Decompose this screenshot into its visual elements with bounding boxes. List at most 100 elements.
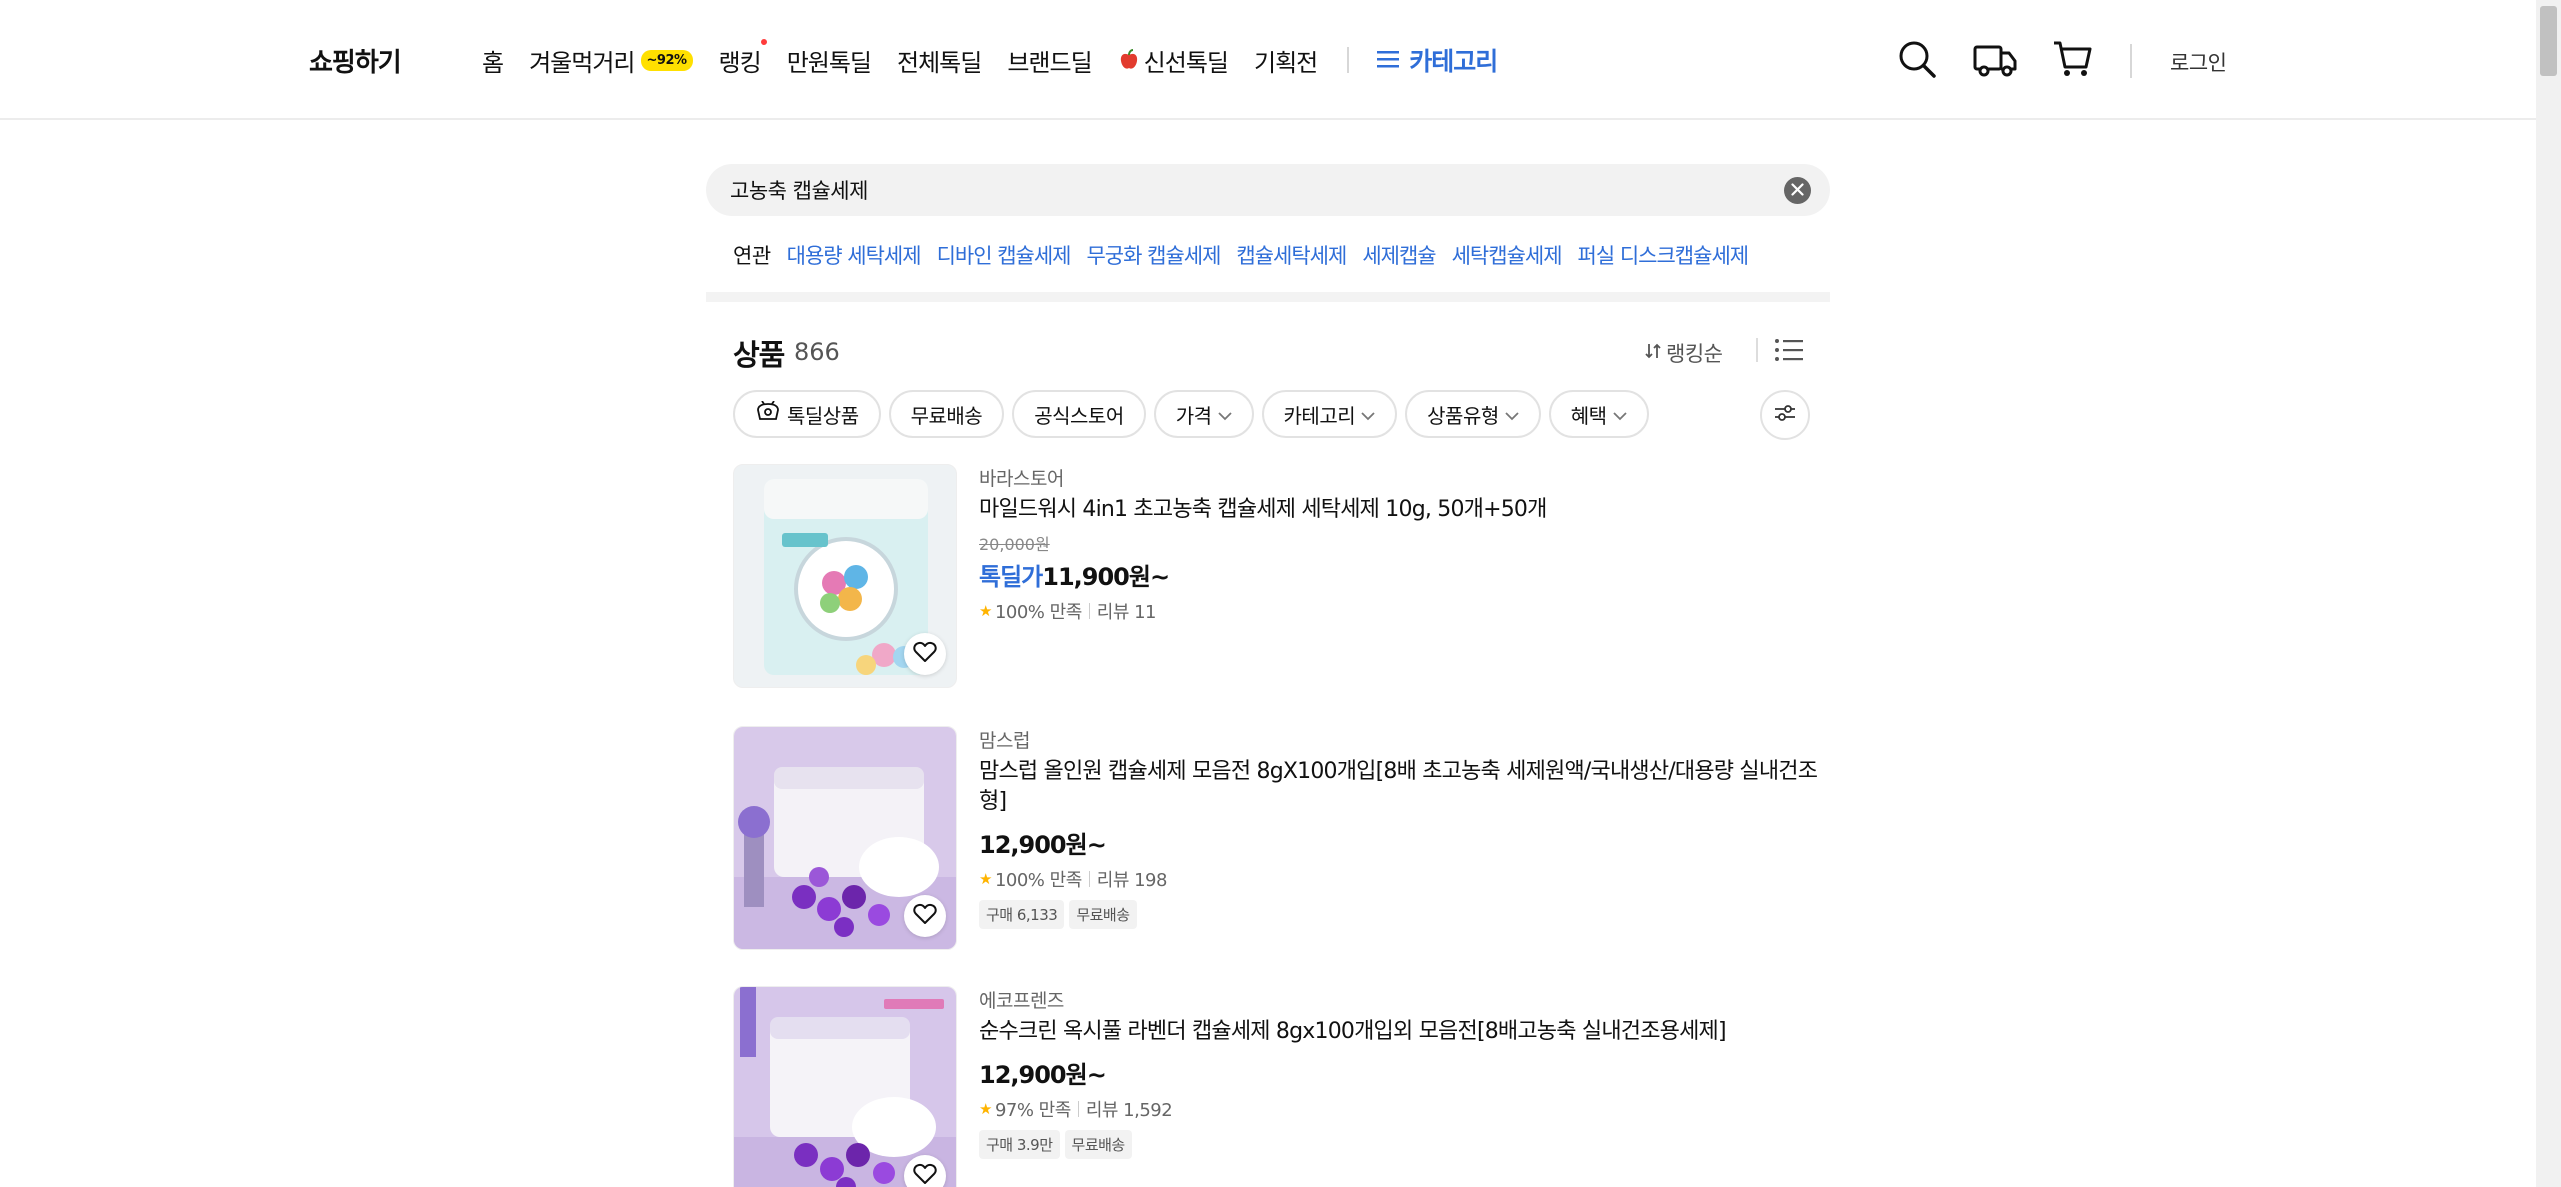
nav-item-label: 홈 xyxy=(482,48,504,77)
nav-item-label: 만원톡딜 xyxy=(786,48,872,77)
filter-chip-deal[interactable]: 톡딜상품 xyxy=(733,390,881,438)
store-name[interactable]: 맘스럽 xyxy=(979,726,1829,753)
search-bar xyxy=(706,164,1830,216)
chip-label: 무료배송 xyxy=(910,403,983,428)
wishlist-button[interactable] xyxy=(904,895,946,937)
chip-label: 공식스토어 xyxy=(1034,403,1124,428)
purchase-count-tag: 구매 6,133 xyxy=(979,900,1065,929)
related-search-tag[interactable]: 캡슐세탁세제 xyxy=(1236,240,1347,270)
product-price: 12,900원~ xyxy=(979,831,1107,859)
cart-button[interactable] xyxy=(2050,38,2096,84)
product-info: 에코프렌즈 순수크린 옥시풀 라벤더 캡슐세제 8gx100개입외 모음전[8배… xyxy=(979,986,1829,1159)
rating-line: ★ 100% 만족 리뷰 11 xyxy=(979,598,1829,624)
chip-label: 톡딜상품 xyxy=(787,403,859,428)
sort-label: 랭킹순 xyxy=(1666,342,1723,366)
delivery-truck-icon xyxy=(1973,39,2017,83)
product-image[interactable] xyxy=(733,726,957,950)
product-item[interactable]: 맘스럽 맘스럽 올인원 캡슐세제 모음전 8gX100개입[8배 초고농축 세제… xyxy=(733,726,1833,950)
rating-divider xyxy=(1077,1101,1079,1117)
nav-divider xyxy=(1347,47,1350,73)
satisfaction-rate: 100% 만족 xyxy=(994,870,1082,891)
product-image[interactable] xyxy=(733,464,957,688)
price-line: 톡딜가 11,900원~ xyxy=(979,557,1829,592)
filter-chip-category[interactable]: 카테고리 xyxy=(1261,390,1398,438)
product-image[interactable] xyxy=(733,986,957,1187)
products-count: 866 xyxy=(794,338,840,366)
nav-item-label: 전체톡딜 xyxy=(897,48,982,77)
search-button[interactable] xyxy=(1894,38,1940,84)
product-info: 맘스럽 맘스럽 올인원 캡슐세제 모음전 8gX100개입[8배 초고농축 세제… xyxy=(979,726,1829,929)
wishlist-button[interactable] xyxy=(904,633,946,675)
clear-search-button[interactable] xyxy=(1784,177,1811,204)
chevron-down-icon xyxy=(1361,402,1375,426)
rating-divider xyxy=(1088,603,1090,619)
discount-badge: ~92% xyxy=(640,49,693,71)
nav-item-exhibition[interactable]: 기획전 xyxy=(1254,43,1318,78)
deal-icon xyxy=(755,400,781,428)
chip-label: 혜택 xyxy=(1570,403,1607,428)
original-price: 20,000원 xyxy=(979,535,1050,554)
nav-item-home[interactable]: 홈 xyxy=(482,43,504,78)
related-search-tag[interactable]: 대용량 세탁세제 xyxy=(787,240,922,270)
product-item[interactable]: 바라스토어 마일드워시 4in1 초고농축 캡슐세제 세탁세제 10g, 50개… xyxy=(733,464,1833,688)
chip-label: 상품유형 xyxy=(1427,403,1499,428)
related-search-tag[interactable]: 세제캡슐 xyxy=(1362,240,1436,270)
related-search-tag[interactable]: 퍼실 디스크캡슐세제 xyxy=(1578,240,1750,270)
rating-divider xyxy=(1088,871,1090,887)
sort-icon xyxy=(1644,341,1662,365)
brand-logo[interactable]: 쇼핑하기 xyxy=(309,42,402,79)
related-search-tag[interactable]: 무궁화 캡슐세제 xyxy=(1086,240,1221,270)
filter-settings-button[interactable] xyxy=(1760,390,1810,440)
header-divider xyxy=(2130,44,2132,78)
scrollbar-thumb[interactable] xyxy=(2540,6,2557,76)
product-tags: 구매 6,133 무료배송 xyxy=(979,900,1829,929)
sort-divider xyxy=(1756,338,1758,362)
chevron-down-icon xyxy=(1505,402,1519,426)
store-name[interactable]: 바라스토어 xyxy=(979,464,1829,491)
filter-chip-free-shipping[interactable]: 무료배송 xyxy=(888,390,1005,438)
new-dot-indicator xyxy=(760,38,767,45)
heart-icon xyxy=(913,641,937,667)
filter-chip-product-type[interactable]: 상품유형 xyxy=(1405,390,1541,438)
deal-price-label: 톡딜가 xyxy=(979,563,1043,591)
review-count: 리뷰 198 xyxy=(1096,870,1168,891)
product-name[interactable]: 맘스럽 올인원 캡슐세제 모음전 8gX100개입[8배 초고농축 세제원액/국… xyxy=(979,757,1829,817)
review-count: 리뷰 11 xyxy=(1096,602,1157,623)
filter-chips: 톡딜상품 무료배송 공식스토어 가격 카테고리 상품유형 혜택 xyxy=(733,390,1657,438)
page-scrollbar[interactable] xyxy=(2536,0,2561,1187)
sort-dropdown[interactable]: 랭킹순 xyxy=(1644,338,1723,368)
product-price: 11,900원~ xyxy=(1042,563,1170,591)
nav-item-brand-deal[interactable]: 브랜드딜 xyxy=(1007,43,1092,78)
filter-chip-price[interactable]: 가격 xyxy=(1153,390,1254,438)
satisfaction-rate: 100% 만족 xyxy=(994,602,1082,623)
product-name[interactable]: 순수크린 옥시풀 라벤더 캡슐세제 8gx100개입외 모음전[8배고농축 실내… xyxy=(979,1017,1829,1047)
search-input[interactable] xyxy=(730,164,1730,216)
filter-chip-benefit[interactable]: 혜택 xyxy=(1548,390,1649,438)
section-divider xyxy=(706,292,1830,302)
related-search-tag[interactable]: 디바인 캡슐세제 xyxy=(937,240,1072,270)
category-label: 카테고리 xyxy=(1409,47,1498,76)
nav-item-10k-deal[interactable]: 만원톡딜 xyxy=(786,43,872,78)
product-name[interactable]: 마일드워시 4in1 초고농축 캡슐세제 세탁세제 10g, 50개+50개 xyxy=(979,495,1829,525)
price-line: 12,900원~ xyxy=(979,1055,1829,1090)
nav-item-all-deals[interactable]: 전체톡딜 xyxy=(897,43,982,78)
category-menu-button[interactable]: 카테고리 xyxy=(1377,42,1498,78)
filter-chip-official-store[interactable]: 공식스토어 xyxy=(1012,390,1146,438)
nav-item-winter-food[interactable]: 겨울먹거리 ~92% xyxy=(529,43,693,78)
satisfaction-rate: 97% 만족 xyxy=(994,1100,1071,1121)
nav-item-label: 기획전 xyxy=(1254,48,1318,77)
login-link[interactable]: 로그인 xyxy=(2170,47,2227,77)
review-count: 리뷰 1,592 xyxy=(1085,1100,1173,1121)
delivery-button[interactable] xyxy=(1972,38,2018,84)
store-name[interactable]: 에코프렌즈 xyxy=(979,986,1829,1013)
rating-line: ★ 100% 만족 리뷰 198 xyxy=(979,866,1829,892)
product-item[interactable]: 에코프렌즈 순수크린 옥시풀 라벤더 캡슐세제 8gx100개입외 모음전[8배… xyxy=(733,986,1833,1187)
star-icon: ★ xyxy=(979,870,992,888)
nav-item-fresh-deal[interactable]: 신선톡딜 xyxy=(1118,43,1229,78)
related-searches: 연관 대용량 세탁세제 디바인 캡슐세제 무궁화 캡슐세제 캡슐세탁세제 세제캡… xyxy=(733,240,1764,270)
search-icon xyxy=(1897,39,1937,83)
chevron-down-icon xyxy=(1217,402,1232,426)
related-search-tag[interactable]: 세탁캡슐세제 xyxy=(1452,240,1563,270)
nav-item-ranking[interactable]: 랭킹 xyxy=(719,38,767,78)
list-view-toggle[interactable] xyxy=(1774,336,1804,368)
